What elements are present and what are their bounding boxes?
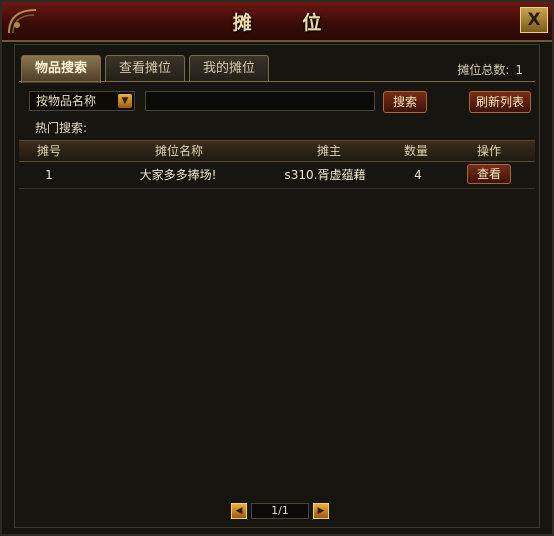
stall-total-value: 1 — [515, 63, 523, 77]
table-row[interactable]: 1 大家多多捧场! s310.胥虚蕴藉 4 查看 — [19, 162, 535, 189]
search-input[interactable] — [145, 91, 375, 111]
hot-search-label: 热门搜索: — [35, 121, 88, 135]
refresh-list-button[interactable]: 刷新列表 — [469, 91, 531, 113]
stall-total-label: 摊位总数: — [457, 63, 510, 77]
table-header: 摊号 摊位名称 摊主 数量 操作 — [19, 140, 535, 162]
prev-page-icon[interactable]: ◀ — [231, 503, 247, 519]
stall-window: 摊 位 X 物品搜索 查看摊位 我的摊位 摊位总数: 1 按物品名称 ▼ 搜索 刷… — [0, 0, 554, 536]
pagination: ◀ 1/1 ▶ — [15, 503, 541, 521]
title-bar: 摊 位 X — [2, 2, 552, 42]
search-type-select[interactable]: 按物品名称 ▼ — [29, 91, 135, 111]
search-button[interactable]: 搜索 — [383, 91, 427, 113]
page-indicator: 1/1 — [251, 503, 309, 519]
chevron-down-icon[interactable]: ▼ — [118, 94, 132, 108]
tab-view-stalls[interactable]: 查看摊位 — [105, 55, 185, 81]
cell-stall-owner: s310.胥虚蕴藉 — [284, 168, 366, 182]
search-type-value: 按物品名称 — [36, 94, 97, 108]
col-header-action: 操作 — [476, 144, 501, 158]
cell-stall-qty: 4 — [414, 168, 422, 182]
tab-my-stall[interactable]: 我的摊位 — [189, 55, 269, 81]
window-title: 摊 位 — [232, 12, 344, 34]
next-page-icon[interactable]: ▶ — [313, 503, 329, 519]
stall-total: 摊位总数: 1 — [457, 61, 523, 78]
view-stall-button[interactable]: 查看 — [467, 164, 511, 184]
close-button[interactable]: X — [520, 7, 548, 33]
cell-stall-name: 大家多多捧场! — [139, 168, 217, 182]
col-header-qty: 数量 — [403, 144, 428, 158]
tab-item-search[interactable]: 物品搜索 — [21, 55, 101, 83]
tab-divider — [19, 81, 535, 82]
col-header-name: 摊位名称 — [154, 144, 203, 158]
col-header-id: 摊号 — [36, 144, 61, 158]
col-header-owner: 摊主 — [316, 144, 341, 158]
content-panel: 物品搜索 查看摊位 我的摊位 摊位总数: 1 按物品名称 ▼ 搜索 刷新列表 热门… — [14, 44, 540, 528]
cell-stall-id: 1 — [45, 168, 53, 182]
